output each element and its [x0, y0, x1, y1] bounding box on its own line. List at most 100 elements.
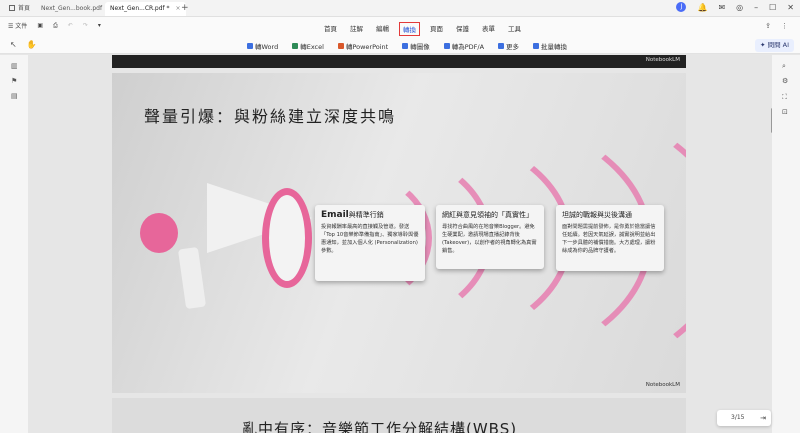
more-icon [498, 43, 505, 49]
file-menu[interactable]: ☰ 文件 [8, 21, 27, 30]
card-title: 網紅與意見領袖的「真實性」 [442, 211, 533, 219]
slide-page: 聲量引爆：與粉絲建立深度共鳴 Email與精準行銷 投資報酬率最高的直接觸及管道… [112, 73, 686, 393]
close-tab-icon[interactable]: × [176, 5, 181, 12]
redo-icon[interactable]: ↷ [83, 22, 88, 29]
close-window-icon[interactable]: ✕ [787, 2, 794, 14]
excel-icon [292, 43, 299, 49]
next-slide-page: 亂中有序：音樂節工作分解結構(WBS) [112, 398, 686, 433]
message-icon[interactable]: ✉ [718, 2, 725, 14]
card-body: 投資報酬率最高的直接觸及管道。發送「Top 10音樂節準備指南」、獨家導聆與優惠… [321, 224, 419, 254]
menu-protect[interactable]: 保護 [453, 22, 472, 36]
more-label: 更多 [506, 43, 520, 51]
document-view[interactable]: NotebookLM 聲量引爆：與粉絲建立深度共鳴 Email與精準行銷 投資報… [28, 55, 772, 433]
to-image-label: 轉圖像 [410, 43, 430, 51]
pdfa-icon [443, 43, 450, 49]
ask-ai-button[interactable]: ✦ 問問 AI [755, 39, 794, 52]
word-icon [247, 43, 253, 49]
tab-label: Next_Gen...book.pdf [41, 5, 103, 12]
convert-actions: 轉Word 轉Excel 轉PowerPoint 轉圖像 轉為PDF/A 更多 … [247, 41, 567, 51]
menu-annotate[interactable]: 註解 [347, 22, 366, 36]
scan-icon[interactable]: ⛶ [782, 93, 787, 102]
home-icon [9, 5, 15, 11]
comment-icon[interactable]: ▤ [11, 92, 18, 100]
new-tab-button[interactable]: + [181, 2, 189, 14]
card-body: 面對問題需提前發佈，是你勇於擔當讓信任延續。若因天氣延誤，誠實說明並給出下一步具… [562, 224, 656, 254]
megaphone-handle [177, 246, 207, 310]
page-indicator[interactable]: 3/15 ⇥ [717, 410, 771, 426]
menu-bar: ☰ 文件 ▣ ⎙ ↶ ↷ ▾ 首頁 註解 編輯 轉換 頁面 保護 表單 工具 ⇪… [0, 17, 800, 37]
to-powerpoint-button[interactable]: 轉PowerPoint [337, 41, 389, 51]
home-tab[interactable]: 首頁 [4, 2, 35, 16]
tab-document-2[interactable]: Next_Gen...CR.pdf * × [105, 2, 186, 16]
home-tab-label: 首頁 [18, 5, 31, 12]
menu-edit[interactable]: 編輯 [373, 22, 392, 36]
powerpoint-icon [337, 43, 344, 49]
panel-icon[interactable]: ▥ [11, 62, 18, 70]
settings-icon[interactable]: ⚙ [782, 77, 788, 85]
undo-icon[interactable]: ↶ [68, 22, 73, 29]
to-excel-button[interactable]: 轉Excel [292, 41, 324, 51]
left-sidebar: ▥ ⚑ ▤ [0, 55, 28, 433]
hand-icon[interactable]: ✋ [27, 40, 37, 49]
title-bar: 首頁 Next_Gen...book.pdf Next_Gen...CR.pdf… [0, 0, 800, 17]
exit-icon[interactable]: ⇥ [760, 410, 766, 426]
save-icon[interactable]: ▣ [37, 22, 43, 29]
card-body: 尋找符合曲風的在地音樂Blogger。避免生硬業配，邀請現場直播記錄背後(Tak… [442, 224, 537, 254]
info-card: 坦誠的戰報與災後溝通 面對問題需提前發佈，是你勇於擔當讓信任延續。若因天氣延誤，… [556, 205, 664, 271]
menu-form[interactable]: 表單 [479, 22, 498, 36]
to-image-button[interactable]: 轉圖像 [402, 41, 430, 51]
tool-left: ↖ ✋ [10, 40, 37, 49]
bookmark-icon[interactable]: ⚑ [11, 77, 17, 85]
megaphone-bell [262, 188, 312, 288]
watermark: NotebookLM [645, 57, 680, 63]
card-title: Email與精準行銷 [321, 210, 419, 220]
info-card: 網紅與意見領袖的「真實性」 尋找符合曲風的在地音樂Blogger。避免生硬業配，… [436, 205, 544, 269]
menu-home[interactable]: 首頁 [321, 22, 340, 36]
megaphone-back [140, 213, 178, 253]
share-icon[interactable]: ⇪ [765, 22, 771, 30]
select-icon[interactable]: ↖ [10, 40, 17, 49]
batch-convert-button[interactable]: 批量轉換 [533, 41, 567, 51]
menu-right: ⇪ ⋮ [765, 22, 788, 30]
to-pdfa-label: 轉為PDF/A [451, 43, 485, 51]
batch-icon [533, 43, 540, 49]
avatar[interactable]: J [676, 2, 687, 12]
more-icon[interactable]: ⋮ [781, 22, 788, 30]
card-title-rest: 與精準行銷 [348, 211, 384, 219]
fit-page-icon[interactable]: ⊡ [782, 108, 788, 116]
maximize-icon[interactable]: ☐ [769, 2, 776, 14]
to-word-label: 轉Word [255, 43, 279, 51]
next-slide-title: 亂中有序：音樂節工作分解結構(WBS) [242, 420, 518, 433]
to-word-button[interactable]: 轉Word [247, 41, 278, 51]
batch-convert-label: 批量轉換 [541, 43, 568, 51]
previous-slide-bottom: NotebookLM [112, 55, 686, 68]
minimize-icon[interactable]: – [754, 2, 758, 14]
page-number: 3/15 [731, 414, 745, 421]
support-icon[interactable]: ◎ [736, 2, 743, 14]
file-menu-label: 文件 [15, 23, 28, 30]
more-button[interactable]: 更多 [498, 41, 519, 51]
menu-convert[interactable]: 轉換 [399, 22, 420, 36]
to-powerpoint-label: 轉PowerPoint [345, 43, 389, 51]
card-title: 坦誠的戰報與災後溝通 [562, 211, 632, 219]
convert-toolbar: ↖ ✋ 轉Word 轉Excel 轉PowerPoint 轉圖像 轉為PDF/A… [0, 37, 800, 54]
menu-left: ☰ 文件 ▣ ⎙ ↶ ↷ ▾ [8, 21, 101, 31]
menu-page[interactable]: 頁面 [427, 22, 446, 36]
tab-document-1[interactable]: Next_Gen...book.pdf [36, 2, 107, 16]
card-title-bold: Email [321, 210, 349, 220]
window-controls: J 🔔 ✉ ◎ – ☐ ✕ [676, 2, 794, 14]
main-menu: 首頁 註解 編輯 轉換 頁面 保護 表單 工具 [321, 22, 524, 36]
watermark: NotebookLM [645, 382, 680, 388]
right-sidebar: ⌕ ⚙ ⛶ ⊡ [772, 55, 800, 433]
menu-tools[interactable]: 工具 [505, 22, 524, 36]
tab-label: Next_Gen...CR.pdf * [110, 5, 170, 12]
print-icon[interactable]: ⎙ [53, 22, 58, 30]
notification-icon[interactable]: 🔔 [697, 2, 707, 14]
dropdown-icon[interactable]: ▾ [98, 22, 101, 29]
to-pdfa-button[interactable]: 轉為PDF/A [443, 41, 485, 51]
to-excel-label: 轉Excel [300, 43, 324, 51]
ask-ai-label: 問問 AI [767, 41, 789, 49]
image-icon [402, 43, 409, 49]
search-icon[interactable]: ⌕ [782, 62, 786, 71]
info-card: Email與精準行銷 投資報酬率最高的直接觸及管道。發送「Top 10音樂節準備… [315, 205, 425, 281]
